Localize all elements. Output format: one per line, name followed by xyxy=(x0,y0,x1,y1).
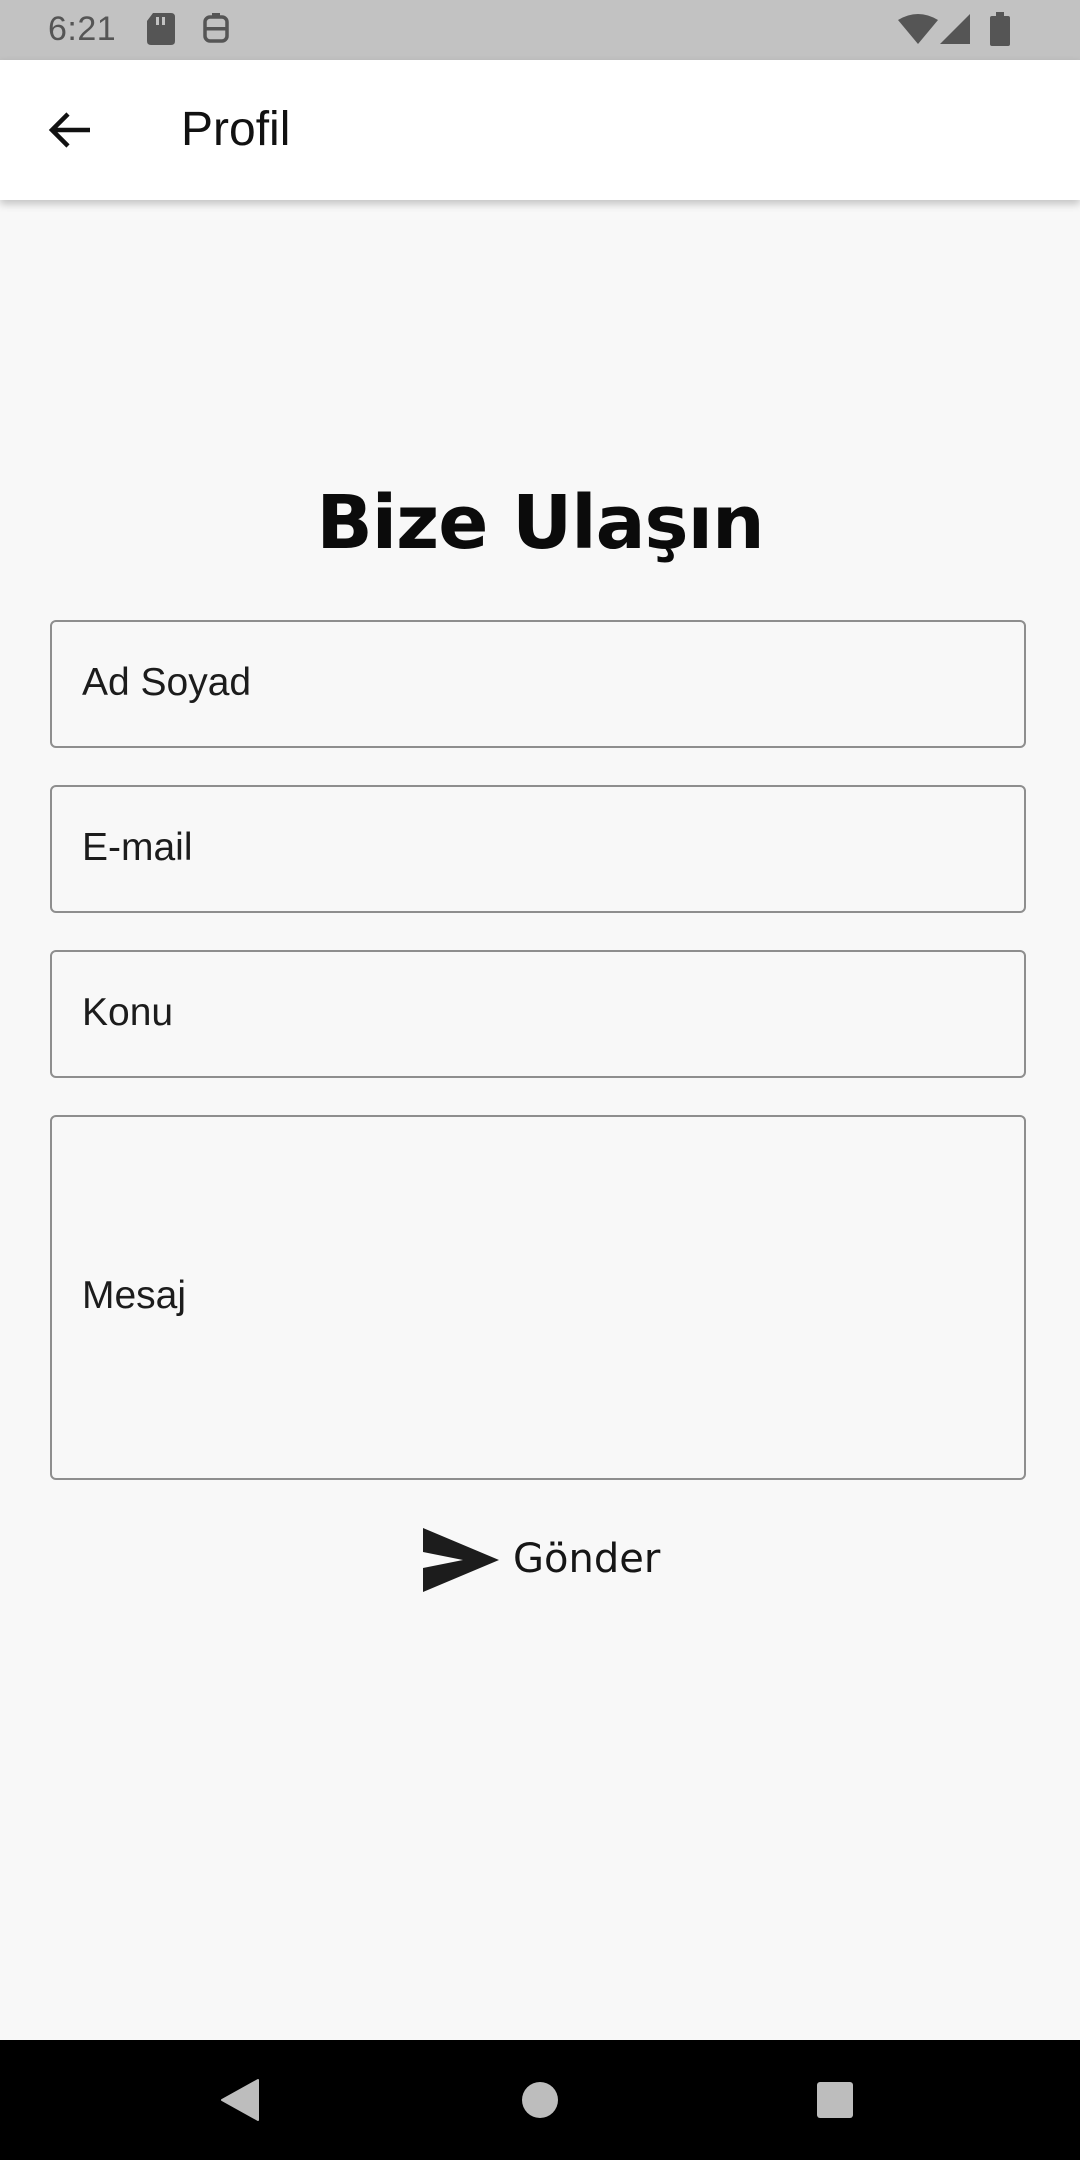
app-bar: Profil xyxy=(0,60,1080,200)
nav-home-button[interactable] xyxy=(510,2070,570,2130)
send-button[interactable]: Gönder xyxy=(415,1522,675,1602)
subject-input[interactable]: Konu xyxy=(50,950,1026,1078)
home-circle-icon xyxy=(522,2082,558,2118)
nav-recents-button[interactable] xyxy=(805,2070,865,2130)
wifi-icon xyxy=(898,14,938,49)
contact-screen: 6:21 Profil Bize Ulaşın Ad Soyad E-mail … xyxy=(0,0,1080,2160)
name-input-placeholder: Ad Soyad xyxy=(82,661,252,704)
name-input[interactable]: Ad Soyad xyxy=(50,620,1026,748)
page-title: Profil xyxy=(181,103,291,156)
send-button-label: Gönder xyxy=(513,1536,661,1582)
send-icon xyxy=(423,1528,499,1592)
nav-back-button[interactable] xyxy=(210,2070,270,2130)
message-textarea-placeholder: Mesaj xyxy=(82,1274,187,1317)
status-bar: 6:21 xyxy=(0,0,1080,60)
arrow-left-icon xyxy=(48,112,90,148)
subject-input-placeholder: Konu xyxy=(82,991,174,1034)
form-heading: Bize Ulaşın xyxy=(316,480,764,566)
sd-card-icon xyxy=(147,13,175,50)
back-button[interactable] xyxy=(30,90,110,170)
battery-icon xyxy=(990,12,1010,51)
message-textarea[interactable]: Mesaj xyxy=(50,1115,1026,1480)
recents-square-icon xyxy=(817,2082,853,2118)
navigation-bar xyxy=(0,2040,1080,2160)
email-input[interactable]: E-mail xyxy=(50,785,1026,913)
back-triangle-icon xyxy=(221,2079,259,2121)
robot-icon xyxy=(201,13,231,52)
email-input-placeholder: E-mail xyxy=(82,826,193,869)
signal-icon xyxy=(940,14,970,49)
status-time: 6:21 xyxy=(48,10,117,48)
